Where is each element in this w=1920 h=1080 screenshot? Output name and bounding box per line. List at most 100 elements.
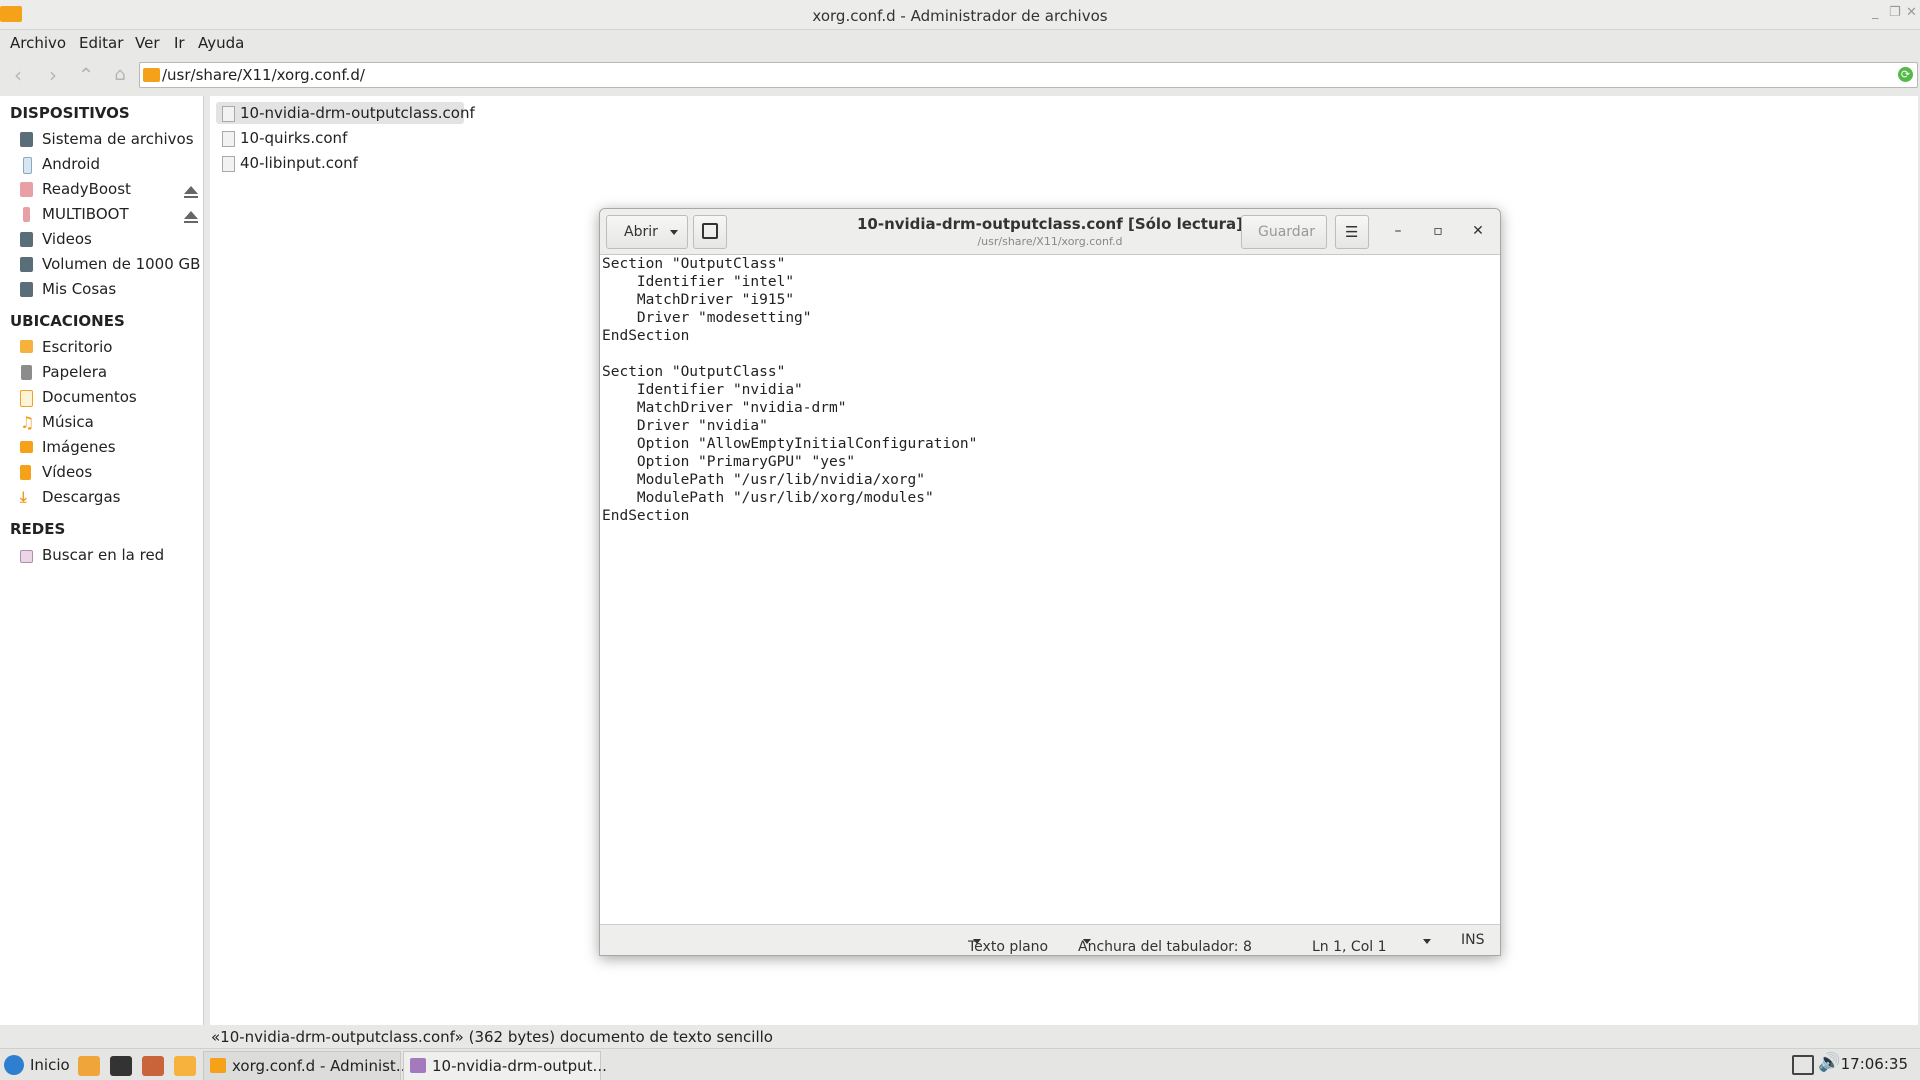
browser-launcher-icon[interactable]	[142, 1056, 164, 1076]
usb-icon	[23, 207, 30, 222]
up-icon[interactable]: ⌃	[74, 65, 98, 87]
home-icon[interactable]: ⌂	[108, 65, 132, 87]
text-file-icon	[222, 156, 235, 172]
sidebar-item-label: Papelera	[42, 363, 108, 381]
sidebar-item-volumen[interactable]: Volumen de 1000 GB	[20, 254, 200, 276]
task-label: xorg.conf.d - Administ...	[232, 1057, 411, 1075]
menu-ver[interactable]: Ver	[135, 34, 160, 52]
file-name: 40-libinput.conf	[240, 154, 358, 172]
sidebar-item-readyboost[interactable]: ReadyBoost	[20, 179, 200, 201]
sidebar-item-label: Vídeos	[42, 463, 93, 481]
sidebar-item-label: Imágenes	[42, 438, 116, 456]
chevron-down-icon	[973, 939, 981, 944]
sidebar-item-label: Música	[42, 413, 94, 431]
new-tab-button[interactable]	[693, 215, 727, 249]
desktop-icon	[20, 340, 33, 353]
downloads-icon: ⤓	[20, 488, 27, 506]
close-icon[interactable]: ✕	[1906, 5, 1917, 20]
sidebar-item-label: Buscar en la red	[42, 546, 165, 564]
reload-icon[interactable]: ⟳	[1898, 67, 1913, 82]
location-input[interactable]: /usr/share/X11/xorg.conf.d/ ⟳	[139, 62, 1918, 88]
minimize-icon[interactable]: –	[1388, 223, 1408, 239]
text-editor-icon	[410, 1058, 426, 1073]
minimize-icon[interactable]: _	[1872, 5, 1879, 20]
sidebar-item-sistema-de-archivos[interactable]: Sistema de archivos	[20, 129, 200, 151]
sidebar-item-label: Sistema de archivos	[42, 130, 194, 148]
back-icon[interactable]: ‹	[6, 65, 30, 87]
terminal-launcher-icon[interactable]	[110, 1056, 132, 1076]
sidebar-item-buscar-en-la-red[interactable]: Buscar en la red	[20, 545, 200, 567]
status-text: «10-nvidia-drm-outputclass.conf» (362 by…	[211, 1028, 773, 1046]
open-button[interactable]: Abrir	[606, 215, 688, 249]
menu-ayuda[interactable]: Ayuda	[198, 34, 244, 52]
file-manager-launcher-icon[interactable]	[78, 1056, 100, 1076]
text-file-icon	[222, 106, 235, 122]
sidebar-heading-network: REDES	[10, 520, 66, 538]
start-icon	[4, 1055, 24, 1075]
cursor-position-label: Ln 1, Col 1	[1312, 939, 1387, 955]
sidebar-item-escritorio[interactable]: Escritorio	[20, 337, 200, 359]
sidebar-item-descargas[interactable]: ⤓ Descargas	[20, 487, 200, 509]
task-file-manager[interactable]: xorg.conf.d - Administ...	[203, 1051, 410, 1080]
drive-icon	[20, 232, 33, 247]
network-tray-icon[interactable]	[1792, 1055, 1814, 1075]
menu-ir[interactable]: Ir	[174, 34, 185, 52]
editor-subtitle: /usr/share/X11/xorg.conf.d	[977, 235, 1123, 248]
maximize-icon[interactable]: ❐	[1889, 5, 1901, 20]
text-file-icon	[222, 131, 235, 147]
clock[interactable]: 17:06:35	[1841, 1055, 1908, 1073]
tab-width-label: Anchura del tabulador: 8	[1078, 939, 1252, 955]
window-title: xorg.conf.d - Administrador de archivos	[812, 7, 1108, 25]
insert-mode: INS	[1461, 932, 1485, 948]
eject-icon[interactable]	[184, 211, 198, 223]
close-icon[interactable]: ✕	[1468, 223, 1488, 239]
text-editor-window: Abrir 10-nvidia-drm-outputclass.conf [Só…	[599, 208, 1501, 956]
menu-button[interactable]: ☰	[1335, 215, 1369, 249]
task-label: 10-nvidia-drm-output...	[432, 1057, 607, 1075]
documents-icon	[20, 390, 33, 407]
sidebar-item-documentos[interactable]: Documentos	[20, 387, 200, 409]
sidebar-item-papelera[interactable]: Papelera	[20, 362, 200, 384]
file-item[interactable]: 10-quirks.conf	[216, 127, 356, 149]
sidebar-item-label: Descargas	[42, 488, 121, 506]
trash-icon	[21, 365, 32, 380]
sidebar-item-imagenes[interactable]: Imágenes	[20, 437, 200, 459]
sidebar-item-label: ReadyBoost	[42, 180, 131, 198]
sidebar-item-mis-cosas[interactable]: Mis Cosas	[20, 279, 200, 301]
forward-icon[interactable]: ›	[41, 65, 65, 87]
folder-icon	[143, 68, 160, 82]
editor-title: 10-nvidia-drm-outputclass.conf [Sólo lec…	[856, 215, 1244, 233]
task-text-editor[interactable]: 10-nvidia-drm-output...	[403, 1051, 607, 1080]
save-button[interactable]: Guardar	[1241, 215, 1327, 249]
sidebar: DISPOSITIVOS Sistema de archivos Android…	[0, 96, 204, 1025]
drive-icon	[20, 132, 33, 147]
eject-icon[interactable]	[184, 186, 198, 198]
menubar: Archivo Editar Ver Ir Ayuda	[0, 30, 1920, 56]
sidebar-heading-devices: DISPOSITIVOS	[10, 104, 130, 122]
menu-editar[interactable]: Editar	[79, 34, 123, 52]
volume-icon[interactable]: 🔊	[1818, 1052, 1840, 1073]
music-icon: ♫	[20, 413, 35, 432]
start-label: Inicio	[30, 1056, 70, 1074]
sidebar-item-videos[interactable]: Videos	[20, 229, 200, 251]
sidebar-item-multiboot[interactable]: MULTIBOOT	[20, 204, 200, 226]
folder-icon	[210, 1058, 226, 1073]
file-item[interactable]: 10-nvidia-drm-outputclass.conf	[216, 102, 475, 124]
file-item[interactable]: 40-libinput.conf	[216, 152, 366, 174]
maximize-icon[interactable]: ▫	[1428, 223, 1448, 239]
editor-text-area[interactable]: Section "OutputClass" Identifier "intel"…	[600, 255, 1500, 924]
sidebar-item-label: MULTIBOOT	[42, 205, 129, 223]
usb-icon	[20, 182, 33, 197]
drive-icon	[20, 257, 33, 272]
editor-headerbar: Abrir 10-nvidia-drm-outputclass.conf [Só…	[600, 209, 1500, 255]
phone-icon	[23, 157, 32, 174]
sidebar-item-videos-places[interactable]: Vídeos	[20, 462, 200, 484]
sidebar-item-label: Volumen de 1000 GB	[42, 255, 201, 273]
sidebar-item-musica[interactable]: ♫ Música	[20, 412, 200, 434]
save-button-label: Guardar	[1258, 224, 1316, 240]
window-titlebar: xorg.conf.d - Administrador de archivos …	[0, 0, 1920, 30]
drive-icon	[20, 282, 33, 297]
sidebar-item-android[interactable]: Android	[20, 154, 200, 176]
folder-launcher-icon[interactable]	[174, 1056, 196, 1076]
menu-archivo[interactable]: Archivo	[10, 34, 66, 52]
